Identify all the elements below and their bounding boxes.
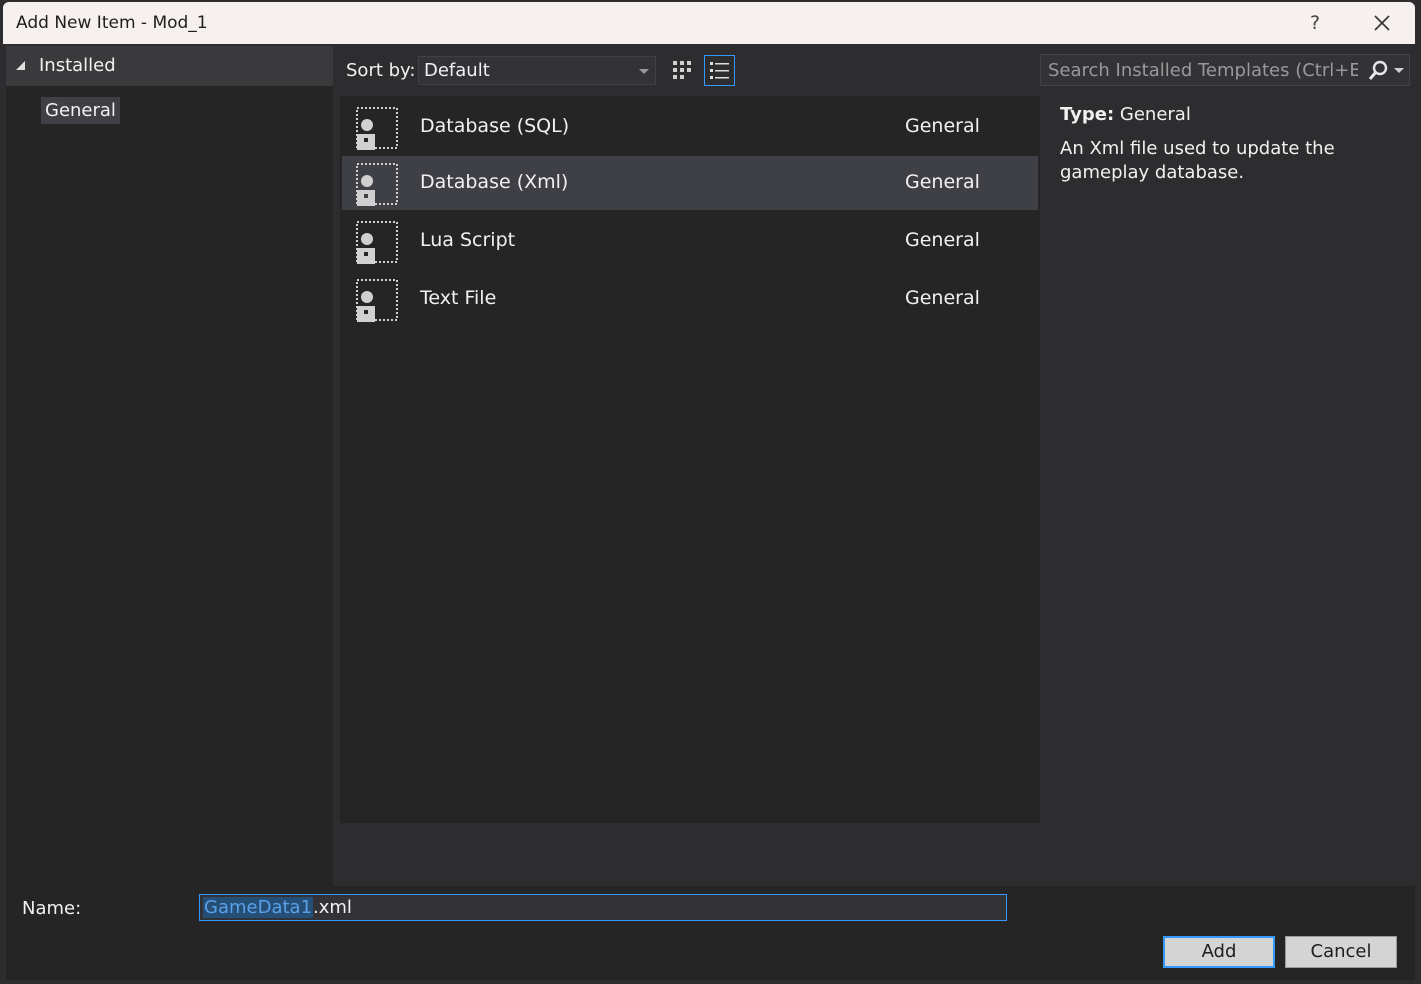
template-list: Database (SQL) General Database (Xml) Ge…	[340, 96, 1040, 823]
template-category: General	[905, 287, 980, 309]
add-button[interactable]: Add	[1163, 936, 1275, 968]
template-description: An Xml file used to update the gameplay …	[1060, 138, 1335, 183]
template-name: Text File	[420, 287, 497, 309]
template-name: Database (SQL)	[420, 115, 570, 137]
title-bar: Add New Item - Mod_1 ?	[3, 2, 1415, 44]
search-input[interactable]	[1041, 55, 1365, 85]
search-options-dropdown-icon[interactable]	[1394, 68, 1404, 73]
chevron-down-icon	[639, 69, 649, 74]
name-selected-text: GameData1	[203, 897, 314, 918]
tree-item-general[interactable]: General	[41, 97, 120, 124]
list-view-icon[interactable]	[704, 55, 735, 86]
close-icon[interactable]	[1367, 8, 1397, 38]
template-name: Database (Xml)	[420, 171, 569, 193]
template-category: General	[905, 229, 980, 251]
template-item-database-sql[interactable]: Database (SQL) General	[342, 100, 1038, 154]
window-title: Add New Item - Mod_1	[16, 13, 208, 33]
expand-triangle-icon[interactable]	[16, 61, 25, 70]
template-details: Type: General An Xml file used to update…	[1060, 104, 1400, 185]
sort-by-value: Default	[424, 60, 490, 81]
template-icon	[356, 107, 398, 150]
search-templates-box	[1040, 54, 1410, 86]
template-category: General	[905, 115, 980, 137]
cancel-button[interactable]: Cancel	[1285, 936, 1397, 968]
category-tree: Installed General	[6, 46, 333, 886]
tree-node-installed[interactable]: Installed	[6, 46, 333, 86]
footer: Name: GameData1 .xml Add Cancel	[6, 886, 1415, 980]
template-item-lua-script[interactable]: Lua Script General	[342, 214, 1038, 268]
grid-view-icon[interactable]	[668, 56, 697, 85]
type-value: General	[1119, 104, 1191, 125]
add-new-item-dialog: Add New Item - Mod_1 ? Installed General…	[0, 0, 1421, 984]
installed-label: Installed	[39, 55, 116, 76]
type-line: Type: General	[1060, 104, 1400, 125]
sort-by-label: Sort by:	[346, 60, 416, 81]
sort-by-dropdown[interactable]: Default	[418, 56, 656, 85]
template-name: Lua Script	[420, 229, 516, 251]
template-icon	[356, 279, 398, 322]
name-input[interactable]: GameData1 .xml	[199, 894, 1007, 921]
template-icon	[356, 163, 398, 206]
template-category: General	[905, 171, 980, 193]
template-icon	[356, 221, 398, 264]
name-label: Name:	[22, 898, 82, 919]
search-icon[interactable]	[1367, 60, 1389, 82]
name-extension-text: .xml	[313, 897, 352, 918]
template-item-text-file[interactable]: Text File General	[342, 272, 1038, 326]
help-button[interactable]: ?	[1305, 12, 1325, 34]
template-item-database-xml[interactable]: Database (Xml) General	[342, 156, 1038, 210]
type-label: Type:	[1060, 104, 1115, 125]
